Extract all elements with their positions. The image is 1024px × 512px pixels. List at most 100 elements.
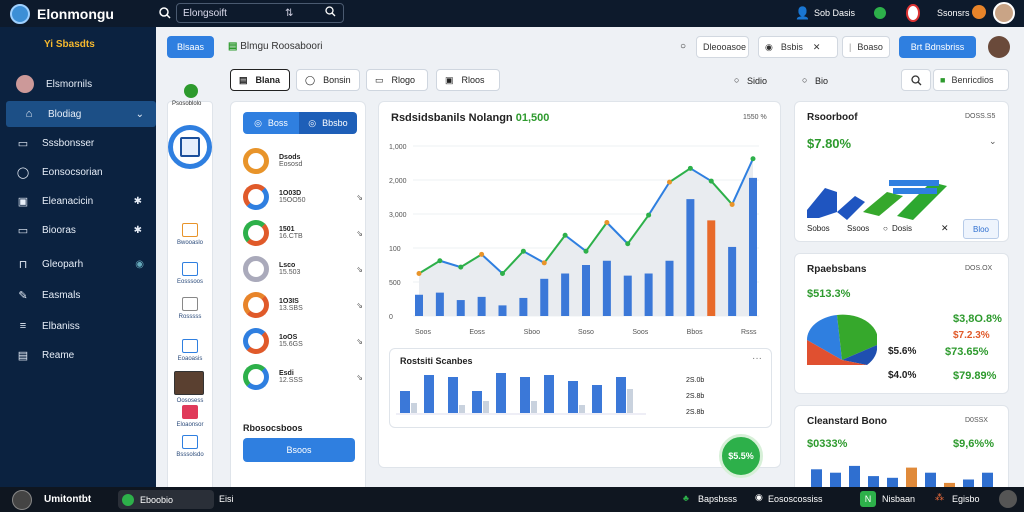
bottom-right-3[interactable]: Nisbaan	[882, 494, 915, 504]
star-icon[interactable]: ✱	[134, 196, 142, 207]
tab-right-a[interactable]: Sidio	[747, 76, 767, 86]
close-icon[interactable]: ✕	[813, 42, 821, 53]
star-icon[interactable]: ✱	[134, 225, 142, 236]
mini-item-icon[interactable]	[182, 435, 198, 449]
progress-ring-icon[interactable]	[168, 125, 212, 169]
sidebar-item-2[interactable]: ▭ Sssbonsser	[0, 130, 156, 156]
donut-row-value: Dsods	[279, 154, 301, 161]
right-tab[interactable]: ■ Benricdios	[933, 69, 1009, 91]
donut-row[interactable]: Esdi 12.SSS ⇘	[243, 362, 363, 392]
donut-row[interactable]: 1O3IS 13.SBS ⇘	[243, 290, 363, 320]
bottom-avatar[interactable]	[999, 490, 1017, 508]
trend-icon[interactable]: ⇘	[356, 337, 363, 346]
bottom-right-1[interactable]: Bapsbsss	[698, 494, 737, 504]
more-icon[interactable]: ···	[752, 353, 762, 364]
card-1-stat-b: Ssoos	[847, 224, 870, 233]
notification-icon[interactable]	[972, 5, 986, 19]
avatar[interactable]	[993, 2, 1015, 24]
floating-action-button[interactable]: $5.5%	[719, 434, 763, 478]
card-3-bar	[906, 467, 917, 488]
sidebar-item-5[interactable]: ▭ Biooras ✱	[0, 217, 156, 243]
search-submit-icon[interactable]	[325, 6, 336, 20]
trend-icon[interactable]: ⇘	[356, 265, 363, 274]
sub-bar-secondary	[531, 401, 537, 413]
data-point	[750, 156, 756, 162]
trend-icon[interactable]: ⇘	[356, 229, 363, 238]
tab-2[interactable]: ▭ Rlogo	[366, 69, 428, 91]
mini-item-icon[interactable]	[182, 262, 198, 276]
bottom-badge[interactable]: Eboobio	[118, 490, 214, 509]
tab-3[interactable]: ▣ Rloos	[436, 69, 500, 91]
mini-item-icon[interactable]	[182, 297, 198, 311]
leaf-icon: ■	[940, 75, 946, 85]
card-1-stat-icon: ○	[883, 224, 888, 233]
mini-item-icon[interactable]	[182, 339, 198, 353]
donut-row[interactable]: 1501 16.CTB ⇘	[243, 218, 363, 248]
donut-row[interactable]: Dsods Eososd	[243, 146, 363, 176]
chevron-down-icon[interactable]: ⌄	[989, 136, 997, 147]
header-avatar[interactable]	[988, 36, 1010, 58]
trend-icon[interactable]: ⇘	[356, 301, 363, 310]
chevron-down-icon[interactable]: ⌄	[136, 109, 144, 120]
sidebar-item-1[interactable]: ⌂ Blodiag ⌄	[6, 101, 156, 127]
divider-icon: |	[849, 42, 852, 52]
x-tick-label: Rsss	[741, 329, 757, 336]
user-icon[interactable]: 👤	[795, 6, 810, 20]
bottom-logo-icon	[12, 490, 32, 510]
sidebar-item-9[interactable]: ▤ Reame	[0, 342, 156, 368]
mini-item-icon[interactable]	[174, 371, 204, 395]
header-pill-2[interactable]: ◉ Bsbis ✕	[758, 36, 838, 58]
tab-1[interactable]: ◯ Bonsin	[296, 69, 360, 91]
donut-row-sub: 15OO50	[279, 197, 306, 204]
tab-right-icon-b[interactable]: ○	[802, 75, 807, 85]
sidebar-item-0[interactable]: Elsmornils	[0, 71, 156, 97]
toggle-a[interactable]: ◎ Boss	[243, 112, 299, 134]
right-search-button[interactable]	[901, 69, 931, 91]
donut-panel-button[interactable]: Bsoos	[243, 438, 355, 462]
mini-item-icon[interactable]	[182, 405, 198, 419]
tab-right-b[interactable]: Bio	[815, 76, 828, 86]
toggle-b[interactable]: ◎ Bbsbo	[299, 112, 357, 134]
pen-icon: ✎	[18, 289, 28, 302]
data-point	[687, 165, 693, 171]
sidebar-item-8[interactable]: ≡ Elbaniss	[0, 313, 156, 339]
header-button[interactable]: Blsaas	[167, 36, 214, 58]
record-icon[interactable]	[906, 4, 920, 22]
topbar-item-2[interactable]: Ssonsrs	[937, 8, 970, 18]
search-icon[interactable]	[158, 6, 172, 20]
card-1-button[interactable]: Bloo	[963, 219, 999, 239]
header-pill-1[interactable]: Dleooasoe	[696, 36, 749, 58]
tab-right-icon-a[interactable]: ○	[734, 75, 739, 85]
x-tick-label: Soso	[578, 329, 594, 336]
eye-icon[interactable]: ◉	[135, 259, 144, 270]
bottom-bar: Umitontbt Eboobio Eisi ♣ Bapsbsss ◉ Eoso…	[0, 487, 1024, 512]
bottom-item-1[interactable]: Eisi	[219, 494, 234, 504]
donut-row[interactable]: Lsco 15.503 ⇘	[243, 254, 363, 284]
topbar-item-1[interactable]: Sob Dasis	[814, 8, 855, 18]
header-search-icon[interactable]: ○	[680, 41, 686, 52]
sidebar-item-4[interactable]: ▣ Eleanacicin ✱	[0, 188, 156, 214]
bottom-right-2[interactable]: Eososcossiss	[768, 494, 823, 504]
card-3-bar-chart	[811, 465, 993, 488]
mini-top-icon[interactable]	[184, 84, 198, 98]
trend-icon[interactable]: ⇘	[356, 373, 363, 382]
mini-item-icon[interactable]	[182, 223, 198, 237]
bar	[582, 265, 590, 316]
bottom-right-4[interactable]: Egisbo	[952, 494, 980, 504]
sub-bar-secondary	[459, 405, 465, 413]
sidebar-item-3[interactable]: ◯ Eonsocsorian	[0, 159, 156, 185]
header-pill-3[interactable]: | Boaso	[842, 36, 890, 58]
sidebar-item-7[interactable]: ✎ Easmals	[0, 282, 156, 308]
sidebar-item-6[interactable]: ⊓ Gleoparh ◉	[0, 251, 156, 277]
sidebar-item-label: Easmals	[42, 289, 81, 301]
trend-icon[interactable]: ⇘	[356, 193, 363, 202]
sub-bar	[448, 377, 458, 413]
card-1-close-icon[interactable]: ✕	[941, 223, 949, 234]
header-action-button[interactable]: Brt Bdnsbriss	[899, 36, 976, 58]
search-input[interactable]: Elongsoift ⇅	[176, 3, 344, 23]
donut-row[interactable]: 1O03D 15OO50 ⇘	[243, 182, 363, 212]
donut-row[interactable]: 1oOS 15.6GS ⇘	[243, 326, 363, 356]
tab-0[interactable]: ▤ Blana	[230, 69, 290, 91]
tab-icon: ▤	[239, 74, 248, 85]
sort-icon[interactable]: ⇅	[285, 8, 293, 19]
